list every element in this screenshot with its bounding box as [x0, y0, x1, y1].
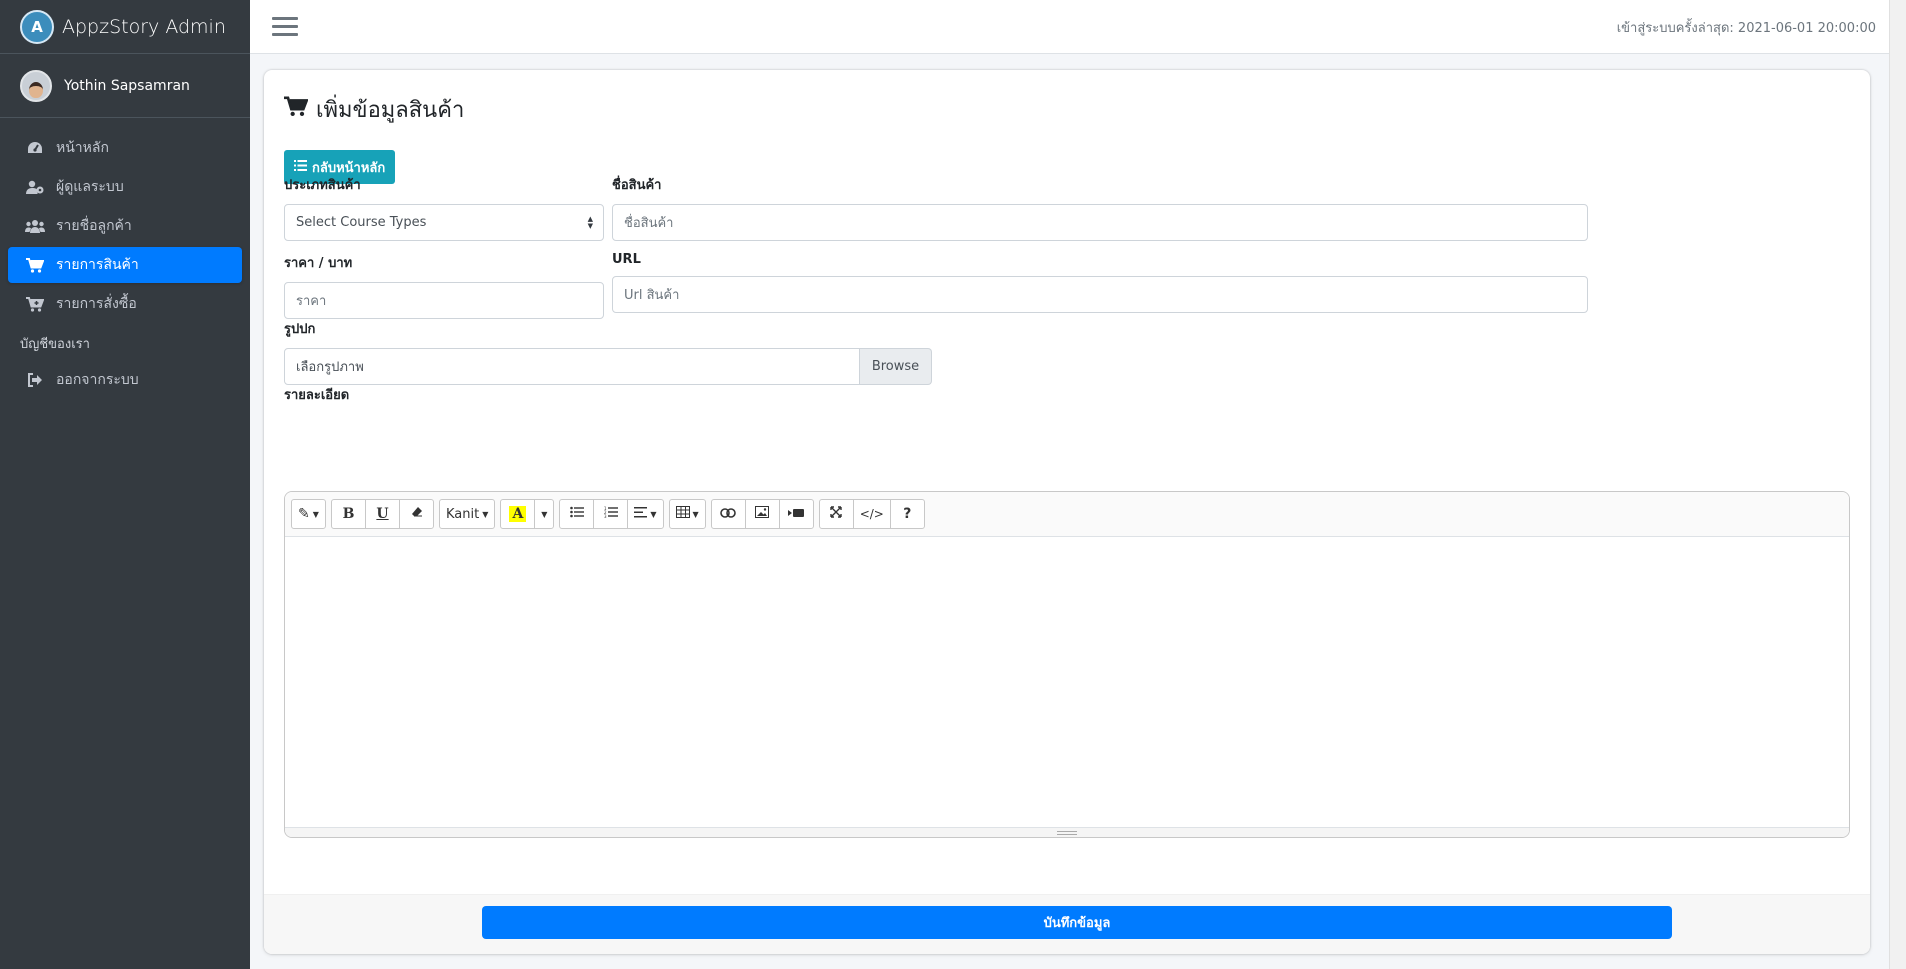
product-name-placeholder: ชื่อสินค้า — [624, 216, 674, 231]
sidebar-item-label: ผู้ดูแลระบบ — [56, 179, 124, 195]
bold-button[interactable]: B — [331, 499, 366, 529]
product-type-label: ประเภทสินค้า — [284, 178, 361, 193]
fullscreen-icon — [830, 506, 842, 522]
magic-style-button[interactable]: ✎ ▼ — [291, 499, 326, 529]
underline-button[interactable]: U — [365, 499, 400, 529]
sidebar: A AppzStory Admin Yothin Sapsamran หน้าห… — [0, 0, 250, 969]
sidebar-item-label: ออกจากระบบ — [56, 372, 139, 388]
table-icon — [675, 506, 690, 522]
tachometer-icon — [24, 141, 46, 155]
browse-button[interactable]: Browse — [860, 348, 932, 385]
editor-content-area[interactable] — [285, 537, 1849, 837]
list-ol-icon: 123 — [604, 506, 618, 522]
page-title-text: เพิ่มข้อมูลสินค้า — [316, 98, 465, 123]
link-icon — [720, 506, 736, 522]
user-panel[interactable]: Yothin Sapsamran — [0, 54, 250, 118]
page-scrollbar[interactable] — [1889, 0, 1906, 969]
font-family-dropdown[interactable]: Kanit ▼ — [439, 499, 496, 529]
user-cog-icon — [24, 180, 46, 194]
picture-icon — [755, 506, 770, 522]
product-form-card: เพิ่มข้อมูลสินค้า กลับหน้าหลัก ประเภทสิน… — [264, 70, 1870, 954]
insert-link-button[interactable] — [710, 499, 746, 529]
card-footer: บันทึกข้อมูล — [264, 894, 1870, 954]
chevron-down-icon: ▼ — [312, 509, 319, 519]
highlight-icon: A — [509, 506, 527, 522]
sidebar-section-header: บัญชีของเรา — [20, 337, 90, 352]
rich-text-editor: ✎ ▼ B U Kanit ▼ A ▼ 1 2 3 ▼ ▼ </> ? — [284, 491, 1850, 838]
sidebar-item-orders[interactable]: รายการสั่งซื้อ — [8, 286, 242, 322]
product-type-select[interactable]: Select Course Types ▲ ▼ — [284, 204, 604, 241]
list-icon — [294, 159, 307, 175]
sidebar-item-customers[interactable]: รายชื่อลูกค้า — [8, 208, 242, 244]
product-name-input[interactable]: ชื่อสินค้า — [612, 204, 1588, 241]
unordered-list-button[interactable] — [559, 499, 595, 529]
insert-video-button[interactable] — [778, 499, 814, 529]
list-ul-icon — [570, 506, 584, 522]
video-icon — [788, 506, 805, 522]
help-button[interactable]: ? — [889, 499, 925, 529]
url-input[interactable]: Url สินค้า — [612, 276, 1588, 313]
menu-toggle-icon[interactable] — [272, 17, 298, 36]
brand-link[interactable]: A AppzStory Admin — [0, 0, 250, 54]
clear-format-button[interactable] — [399, 499, 434, 529]
last-login-text: เข้าสู่ระบบครั้งล่าสุด: 2021-06-01 20:00… — [1616, 21, 1876, 36]
price-label: ราคา / บาท — [284, 256, 353, 271]
user-name: Yothin Sapsamran — [64, 77, 190, 94]
url-label: URL — [612, 252, 641, 267]
eraser-icon — [411, 506, 423, 522]
url-placeholder: Url สินค้า — [624, 288, 680, 303]
paragraph-align-dropdown[interactable]: ▼ — [627, 499, 664, 529]
code-view-button[interactable]: </> — [852, 499, 891, 529]
sidebar-item-products[interactable]: รายการสินค้า — [8, 247, 242, 283]
font-family-value: Kanit — [446, 506, 480, 522]
select-arrows-icon: ▲ ▼ — [587, 214, 593, 230]
sidebar-item-label: รายการสั่งซื้อ — [56, 296, 137, 312]
svg-text:3: 3 — [604, 514, 607, 518]
sidebar-item-label: รายการสินค้า — [56, 257, 139, 273]
table-button[interactable]: ▼ — [668, 499, 706, 529]
brand-logo-icon: A — [20, 9, 54, 44]
sidebar-item-label: หน้าหลัก — [56, 140, 109, 156]
highlight-color-button[interactable]: A — [500, 499, 536, 529]
magic-wand-icon: ✎ — [298, 506, 310, 522]
cart-plus-icon — [24, 296, 46, 312]
brand-name: AppzStory Admin — [62, 15, 226, 38]
editor-resize-handle[interactable] — [285, 827, 1849, 837]
cover-image-file-input[interactable]: เลือกรูปภาพ — [284, 348, 860, 385]
top-navbar: เข้าสู่ระบบครั้งล่าสุด: 2021-06-01 20:00… — [250, 0, 1906, 54]
product-type-value: Select Course Types — [296, 215, 427, 230]
editor-toolbar: ✎ ▼ B U Kanit ▼ A ▼ 1 2 3 ▼ ▼ </> ? — [285, 492, 1849, 537]
chevron-down-icon: ▼ — [650, 509, 657, 519]
price-placeholder: ราคา — [296, 294, 327, 309]
sign-out-icon — [24, 373, 46, 387]
sidebar-item-home[interactable]: หน้าหลัก — [8, 130, 242, 166]
page-title: เพิ่มข้อมูลสินค้า — [284, 92, 1850, 127]
chevron-down-icon: ▼ — [692, 509, 699, 519]
insert-picture-button[interactable] — [744, 499, 780, 529]
align-left-icon — [634, 506, 648, 522]
sidebar-item-logout[interactable]: ออกจากระบบ — [8, 362, 242, 398]
avatar — [20, 69, 52, 102]
shopping-cart-icon — [24, 257, 46, 273]
sidebar-item-label: รายชื่อลูกค้า — [56, 218, 132, 234]
sidebar-nav: หน้าหลัก ผู้ดูแลระบบ รายชื่อลูกค้า รายกา… — [0, 118, 250, 398]
chevron-down-icon: ▼ — [482, 509, 489, 519]
detail-label: รายละเอียด — [284, 388, 350, 403]
cover-image-placeholder: เลือกรูปภาพ — [296, 360, 364, 375]
users-icon — [24, 219, 46, 233]
product-name-label: ชื่อสินค้า — [612, 178, 662, 193]
cover-image-label: รูปปก — [284, 322, 316, 337]
save-button[interactable]: บันทึกข้อมูล — [482, 906, 1672, 939]
sidebar-item-admins[interactable]: ผู้ดูแลระบบ — [8, 169, 242, 205]
chevron-down-icon: ▼ — [541, 509, 548, 519]
shopping-cart-icon — [284, 96, 309, 123]
fullscreen-button[interactable] — [818, 499, 854, 529]
ordered-list-button[interactable]: 123 — [593, 499, 629, 529]
price-input[interactable]: ราคา — [284, 282, 604, 319]
highlight-color-dropdown[interactable]: ▼ — [534, 499, 555, 529]
